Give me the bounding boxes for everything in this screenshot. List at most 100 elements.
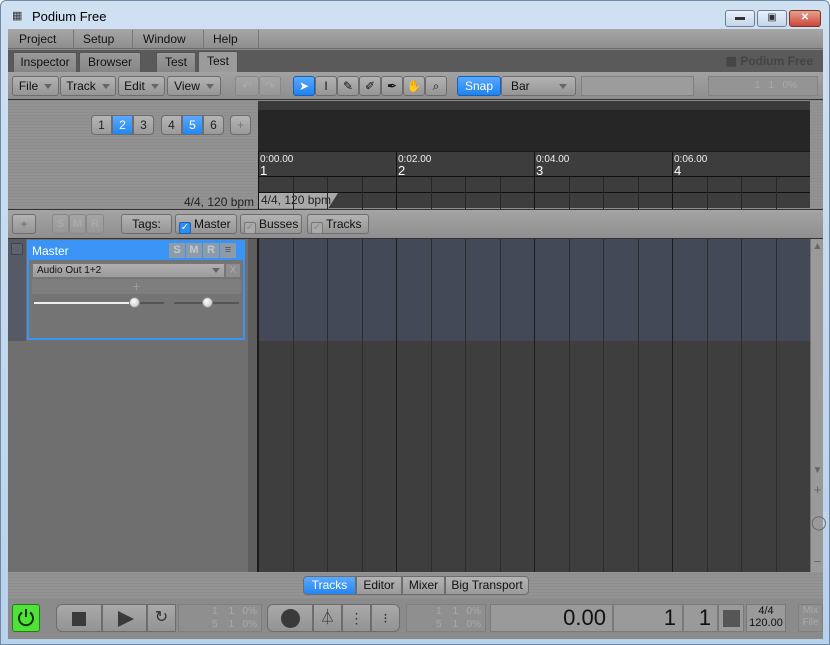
- file-menu-button[interactable]: File: [12, 76, 59, 96]
- zoom-tool-button[interactable]: ⌕: [425, 76, 447, 96]
- volume-slider[interactable]: [34, 302, 164, 304]
- tag-tracks[interactable]: ✓ Tracks: [307, 214, 369, 234]
- punch-end-bar: 5: [435, 619, 442, 630]
- zoom-in-icon[interactable]: +: [811, 482, 824, 497]
- play-button[interactable]: [102, 604, 147, 632]
- checkbox-unchecked-icon: ✓: [311, 222, 323, 234]
- scroll-up-icon[interactable]: ▲: [811, 241, 824, 252]
- tab-inspector[interactable]: Inspector: [13, 52, 77, 72]
- volume-knob[interactable]: [129, 297, 141, 308]
- screenset-6[interactable]: 6: [203, 115, 224, 135]
- scroll-down-icon[interactable]: ▼: [811, 465, 824, 476]
- maximize-button[interactable]: ▣: [757, 10, 787, 27]
- signature-marker[interactable]: 4/4, 120 bpm: [258, 193, 338, 208]
- screenset-group-a: 1 2 3: [91, 115, 154, 135]
- menu-project[interactable]: Project: [11, 30, 74, 61]
- snap-grid-field[interactable]: [581, 76, 694, 96]
- grid-line: [638, 239, 639, 572]
- solo-all-button[interactable]: S: [52, 214, 69, 234]
- pre-roll-button[interactable]: ⋮: [342, 604, 371, 632]
- screenset-5[interactable]: 5: [182, 115, 203, 135]
- punch-start-pct: 0%: [466, 606, 481, 617]
- add-insert-button[interactable]: +: [32, 279, 241, 294]
- add-track-button[interactable]: +: [12, 214, 36, 234]
- menu-window[interactable]: Window: [135, 30, 204, 61]
- view-switcher-bar: Tracks Editor Mixer Big Transport: [8, 572, 823, 599]
- tempo-display[interactable]: 4/4 120.00: [746, 604, 786, 632]
- track-select-box[interactable]: [11, 243, 23, 255]
- undo-icon: ↶: [241, 79, 253, 93]
- grid-line: [293, 239, 294, 572]
- pan-knob[interactable]: [201, 297, 213, 308]
- vertical-scrollbar[interactable]: ▲ ▼ + ◯ −: [810, 239, 827, 572]
- edit-menu-button[interactable]: Edit: [118, 76, 165, 96]
- output-select[interactable]: Audio Out 1+2: [32, 263, 225, 278]
- metronome-button[interactable]: ⏃: [313, 604, 342, 632]
- remove-output-button[interactable]: X: [225, 263, 241, 278]
- loop-button[interactable]: ↻: [147, 604, 176, 632]
- redo-button[interactable]: ↷: [259, 76, 281, 96]
- counter-beat: 1: [768, 80, 775, 91]
- menu-setup[interactable]: Setup: [75, 30, 133, 61]
- pointer-icon: ➤: [298, 79, 310, 93]
- stop-button[interactable]: [56, 604, 102, 632]
- pointer-tool-button[interactable]: ➤: [293, 76, 315, 96]
- play-icon: [118, 611, 134, 627]
- screenset-2[interactable]: 2: [112, 115, 133, 135]
- power-button[interactable]: [12, 604, 40, 632]
- text-cursor-tool-button[interactable]: I: [315, 76, 337, 96]
- screenset-4[interactable]: 4: [161, 115, 182, 135]
- close-button[interactable]: ✕: [789, 10, 821, 27]
- master-track-header[interactable]: Master S M R ≡: [29, 242, 243, 260]
- view-mixer[interactable]: Mixer: [402, 576, 445, 595]
- screenset-3[interactable]: 3: [133, 115, 154, 135]
- loop-start-bar: 1: [211, 606, 218, 617]
- zoom-slider-knob[interactable]: ◯: [811, 514, 827, 531]
- pencil-tool-button[interactable]: ✎: [337, 76, 359, 96]
- tab-test-2[interactable]: Test: [198, 51, 238, 72]
- master-track[interactable]: Master S M R ≡ Audio Out 1+2 X +: [27, 240, 245, 340]
- mute-all-button[interactable]: M: [69, 214, 86, 234]
- screenset-1[interactable]: 1: [91, 115, 112, 135]
- undo-button[interactable]: ↶: [235, 76, 259, 96]
- time-display[interactable]: 0.00: [490, 604, 613, 632]
- grid-line: [672, 239, 673, 572]
- tab-test-1[interactable]: Test: [156, 52, 196, 72]
- stop-icon: [72, 612, 86, 626]
- tag-master[interactable]: ✓ Master: [175, 214, 237, 234]
- tab-browser[interactable]: Browser: [79, 52, 141, 72]
- master-solo-button[interactable]: S: [169, 243, 185, 258]
- overview-strip[interactable]: [258, 101, 810, 151]
- edit-label: Edit: [124, 79, 145, 93]
- record-button[interactable]: [267, 604, 313, 632]
- arrange-view[interactable]: [258, 239, 810, 572]
- post-roll-button[interactable]: ⁝: [371, 604, 400, 632]
- snap-toggle[interactable]: Snap: [457, 76, 501, 96]
- view-tracks[interactable]: Tracks: [303, 576, 356, 595]
- view-menu-button[interactable]: View: [167, 76, 221, 96]
- marker-tool-button[interactable]: ✐: [359, 76, 381, 96]
- loop-range-counter: 1 1 0% 5 1 0%: [178, 604, 262, 632]
- master-record-button[interactable]: R: [203, 243, 219, 258]
- master-menu-icon[interactable]: ≡: [220, 243, 236, 258]
- timeline-ruler[interactable]: 4/4, 120 bpm 0:00.00 1 0:02.00 2 0:04.00 3 0:0…: [258, 151, 810, 209]
- add-screenset-button[interactable]: +: [230, 115, 251, 135]
- menu-help[interactable]: Help: [205, 30, 259, 61]
- track-menu-button[interactable]: Track: [60, 76, 116, 96]
- master-mute-button[interactable]: M: [186, 243, 202, 258]
- brand-text: Podium Free: [740, 54, 813, 68]
- tags-label[interactable]: Tags:: [121, 214, 172, 234]
- loop-start-pct: 0%: [242, 606, 257, 617]
- track-list-splitter[interactable]: [248, 239, 258, 572]
- view-big-transport[interactable]: Big Transport: [445, 576, 529, 595]
- minimize-button[interactable]: ▬: [725, 10, 755, 27]
- view-editor[interactable]: Editor: [356, 576, 402, 595]
- beat-display[interactable]: 1: [683, 604, 718, 632]
- record-all-button[interactable]: R: [86, 214, 104, 234]
- hand-tool-button[interactable]: ✋: [403, 76, 425, 96]
- bar-display[interactable]: 1: [613, 604, 683, 632]
- snap-value-select[interactable]: Bar: [501, 76, 576, 96]
- zoom-out-icon[interactable]: −: [811, 554, 824, 569]
- brush-tool-button[interactable]: ✒: [381, 76, 403, 96]
- tag-busses[interactable]: ✓ Busses: [240, 214, 302, 234]
